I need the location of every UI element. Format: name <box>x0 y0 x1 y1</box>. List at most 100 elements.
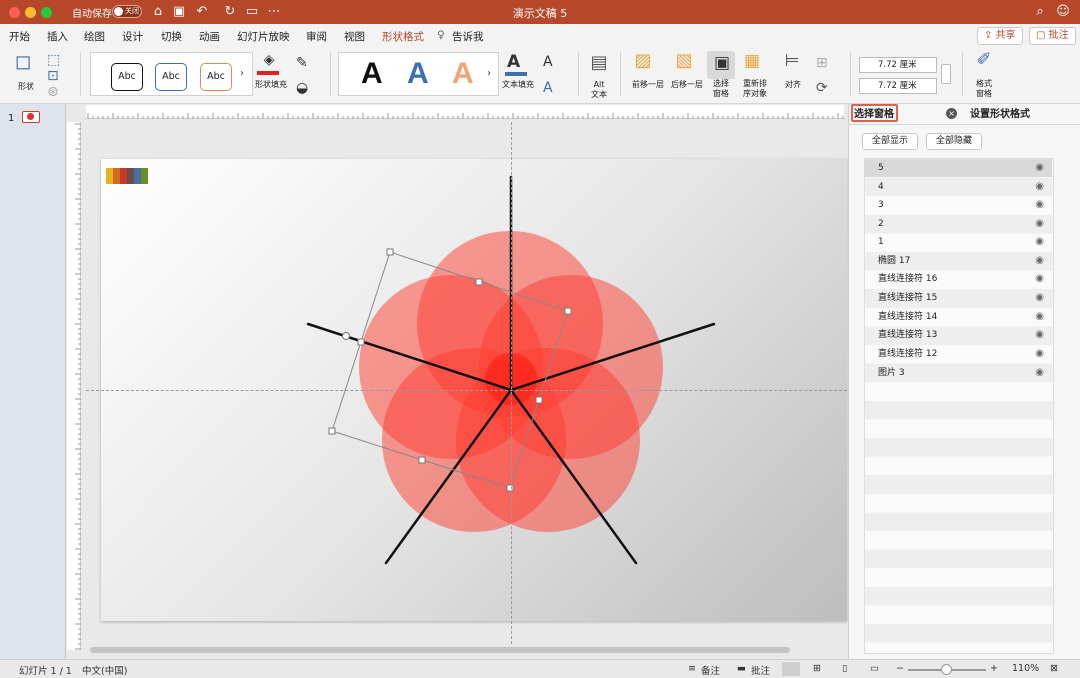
tell-me[interactable]: 告诉我 <box>452 29 484 44</box>
eye-icon[interactable]: ◉ <box>1035 233 1044 251</box>
zoom-level[interactable]: 110% <box>1012 663 1039 674</box>
tab-review[interactable]: 审阅 <box>306 29 327 44</box>
resize-handle[interactable] <box>357 338 365 346</box>
normal-view-icon[interactable] <box>782 662 800 676</box>
list-item[interactable]: 2 ◉ <box>864 215 1052 233</box>
resize-handle[interactable] <box>564 307 572 315</box>
tab-draw[interactable]: 绘图 <box>84 29 105 44</box>
lock-aspect-ratio-icon[interactable] <box>941 64 951 84</box>
document-title: 演示文稿 5 <box>512 7 568 20</box>
list-item[interactable]: 直线连接符 13 ◉ <box>864 326 1052 344</box>
tab-selection-pane[interactable]: 选择窗格 <box>854 105 894 120</box>
eye-icon[interactable]: ◉ <box>1035 289 1044 307</box>
account-icon[interactable]: ☺ <box>1055 4 1071 20</box>
shapes-icon[interactable]: ◻ <box>10 51 36 71</box>
bring-forward-icon[interactable]: ▨ <box>632 52 654 70</box>
comments-status-button[interactable]: 批注 <box>751 663 770 677</box>
height-field[interactable]: 7.72 厘米 <box>859 57 937 73</box>
comments-button[interactable]: ▢ 批注 <box>1029 27 1076 45</box>
language-indicator[interactable]: 中文(中国) <box>82 663 127 677</box>
list-item[interactable]: 直线连接符 15 ◉ <box>864 289 1052 307</box>
resize-handle[interactable] <box>475 278 483 286</box>
tab-animations[interactable]: 动画 <box>199 29 220 44</box>
eye-icon[interactable]: ◉ <box>1035 252 1044 270</box>
resize-handle[interactable] <box>328 427 336 435</box>
tab-format-shape[interactable]: 设置形状格式 <box>970 105 1030 120</box>
list-item[interactable]: 直线连接符 12 ◉ <box>864 345 1052 363</box>
show-all-button[interactable]: 全部显示 <box>862 133 919 150</box>
list-item[interactable]: 椭圆 17 ◉ <box>864 252 1052 270</box>
tab-shape-format[interactable]: 形状格式 <box>382 29 424 48</box>
resize-handle[interactable] <box>386 248 394 256</box>
tab-design[interactable]: 设计 <box>122 29 143 44</box>
eye-icon[interactable]: ◉ <box>1035 215 1044 233</box>
slide-sorter-icon[interactable]: ⊞ <box>813 663 821 674</box>
list-item[interactable]: 3 ◉ <box>864 196 1052 214</box>
width-field[interactable]: 7.72 厘米 <box>859 78 937 94</box>
notes-button[interactable]: 备注 <box>701 663 720 677</box>
wordart-preview[interactable]: A <box>407 58 429 90</box>
hide-all-button[interactable]: 全部隐藏 <box>926 133 983 150</box>
text-outline-icon[interactable]: A <box>543 54 553 70</box>
rotate-handle[interactable] <box>342 332 350 340</box>
wordart-more-chevron-icon[interactable]: › <box>487 66 491 82</box>
shape-style-preview[interactable]: Abc <box>200 63 232 91</box>
zoom-slider-thumb[interactable] <box>941 664 952 675</box>
format-pane-icon[interactable]: ✐ <box>973 51 995 69</box>
tab-transitions[interactable]: 切换 <box>161 29 182 44</box>
eye-icon[interactable]: ◉ <box>1035 345 1044 363</box>
vertical-guide[interactable] <box>511 122 512 644</box>
list-item[interactable]: 4 ◉ <box>864 178 1052 196</box>
text-fill-icon[interactable]: A <box>507 54 520 71</box>
close-pane-icon[interactable]: × <box>946 108 957 119</box>
wordart-preview[interactable]: A <box>361 58 383 90</box>
selection-pane-icon[interactable]: ▣ <box>711 55 733 72</box>
textbox-icon[interactable]: ⊡ <box>47 68 59 84</box>
tab-home[interactable]: 开始 <box>9 29 30 44</box>
list-item[interactable]: 5 ◉ <box>864 159 1052 177</box>
group-icon[interactable]: ⊞ <box>816 55 828 71</box>
list-item[interactable]: 直线连接符 16 ◉ <box>864 270 1052 288</box>
horizontal-guide[interactable] <box>86 390 847 391</box>
eye-icon[interactable]: ◉ <box>1035 270 1044 288</box>
gallery-more-chevron-icon[interactable]: › <box>240 66 244 82</box>
merge-shapes-icon[interactable]: ⊛ <box>47 84 59 100</box>
eye-icon[interactable]: ◉ <box>1035 326 1044 344</box>
list-item[interactable]: 1 ◉ <box>864 233 1052 251</box>
eye-icon[interactable]: ◉ <box>1035 159 1044 177</box>
resize-handle[interactable] <box>418 456 426 464</box>
reorder-objects-icon[interactable]: ▦ <box>741 53 763 70</box>
edit-shape-icon[interactable]: ⬚ <box>47 52 60 68</box>
tab-slideshow[interactable]: 幻灯片放映 <box>237 29 290 44</box>
tab-insert[interactable]: 插入 <box>47 29 68 44</box>
paint-bucket-icon[interactable]: ◈ <box>258 52 280 68</box>
slide-thumbnail[interactable] <box>22 111 40 123</box>
resize-handle[interactable] <box>506 484 514 492</box>
list-item[interactable]: 图片 3 ◉ <box>864 364 1052 382</box>
eye-icon[interactable]: ◉ <box>1035 308 1044 326</box>
send-backward-icon[interactable]: ▧ <box>673 52 695 70</box>
tab-view[interactable]: 视图 <box>344 29 365 44</box>
shape-style-preview[interactable]: Abc <box>111 63 143 91</box>
zoom-in-icon[interactable]: + <box>990 663 998 674</box>
align-icon[interactable]: ⊨ <box>781 53 803 70</box>
share-button[interactable]: ⇪ 共享 <box>977 27 1023 45</box>
slideshow-view-icon[interactable]: ▭ <box>870 663 879 674</box>
list-item[interactable]: 直线连接符 14 ◉ <box>864 308 1052 326</box>
eye-icon[interactable]: ◉ <box>1035 364 1044 382</box>
wordart-preview[interactable]: A <box>452 58 474 90</box>
resize-handle[interactable] <box>535 396 543 404</box>
shape-effects-icon[interactable]: ◒ <box>296 80 308 96</box>
fit-to-window-icon[interactable]: ⊠ <box>1050 663 1058 674</box>
eye-icon[interactable]: ◉ <box>1035 196 1044 214</box>
zoom-out-icon[interactable]: − <box>896 663 904 674</box>
text-effects-icon[interactable]: A <box>543 80 553 96</box>
eye-icon[interactable]: ◉ <box>1035 178 1044 196</box>
rotate-icon[interactable]: ⟳ <box>816 80 828 96</box>
pen-outline-icon[interactable]: ✎ <box>296 55 308 71</box>
horizontal-scrollbar[interactable] <box>90 647 790 653</box>
alt-text-icon[interactable]: ▤ <box>588 54 610 72</box>
shape-style-preview[interactable]: Abc <box>155 63 187 91</box>
search-icon[interactable]: ⌕ <box>1032 4 1048 20</box>
reading-view-icon[interactable]: ▯ <box>842 663 847 674</box>
